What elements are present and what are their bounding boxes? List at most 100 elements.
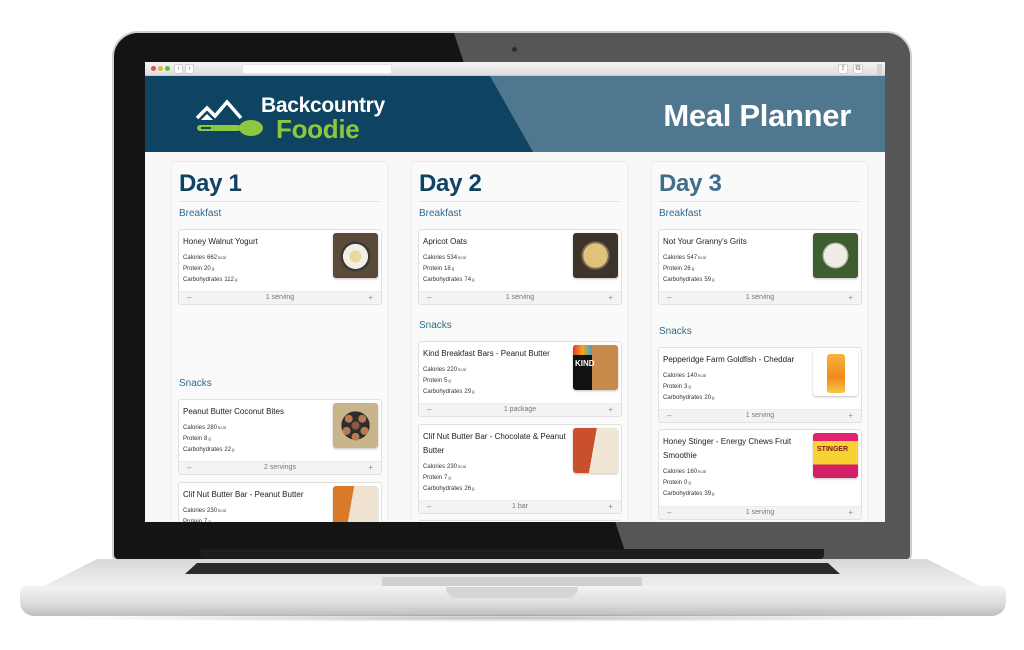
- calories-row: Calories 220kcal: [423, 367, 467, 373]
- tabs-button[interactable]: ⧉: [853, 64, 863, 74]
- food-name: Peanut Butter Coconut Bites: [183, 407, 284, 416]
- quantity-stepper: – 1 serving +: [419, 291, 621, 304]
- back-button[interactable]: ‹: [174, 64, 183, 74]
- lid-notch: [446, 587, 578, 598]
- day-column: Day 1 Breakfast Honey Walnut Yogurt Calo…: [171, 161, 388, 522]
- meal-label-breakfast: Breakfast: [179, 208, 222, 219]
- quantity-stepper: – 1 serving +: [659, 291, 861, 304]
- day-title: Day 1: [179, 170, 242, 197]
- keyboard: [185, 563, 840, 574]
- food-card[interactable]: Honey Walnut Yogurt Calories 662kcal Prot…: [178, 229, 382, 305]
- food-card[interactable]: Peanut Butter Coconut Bites Calories 280k…: [178, 399, 382, 475]
- protein-row: Protein 20g: [183, 266, 215, 272]
- close-window-icon[interactable]: [151, 66, 156, 71]
- increase-button[interactable]: +: [848, 292, 853, 304]
- browser-toolbar: ‹ › ⇧ ⧉: [145, 62, 885, 76]
- carbs-row: Carbohydrates 59g: [663, 277, 715, 283]
- page-title: Meal Planner: [663, 98, 851, 133]
- food-card[interactable]: Kind Breakfast Bars - Peanut Butter Calo…: [418, 341, 622, 417]
- increase-button[interactable]: +: [368, 292, 373, 304]
- food-image-oats: [573, 233, 618, 278]
- quantity-label: 1 package: [503, 406, 537, 413]
- food-card[interactable]: Apricot Oats Calories 534kcal Protein 18g …: [418, 229, 622, 305]
- protein-row: Protein 8g: [183, 436, 211, 442]
- increase-button[interactable]: +: [608, 501, 613, 513]
- calories-row: Calories 662kcal: [183, 255, 227, 261]
- meal-label-breakfast: Breakfast: [419, 208, 462, 219]
- quantity-stepper: – 1 serving +: [179, 291, 381, 304]
- maximize-window-icon[interactable]: [165, 66, 170, 71]
- address-bar[interactable]: [242, 64, 392, 74]
- meal-label-breakfast: Breakfast: [659, 208, 702, 219]
- divider: [419, 201, 620, 202]
- food-image-yogurt: [333, 233, 378, 278]
- share-button[interactable]: ⇧: [838, 64, 848, 74]
- stinger-brand-text: STINGER: [817, 446, 849, 453]
- calories-row: Calories 547kcal: [663, 255, 707, 261]
- meal-label-snacks: Snacks: [179, 378, 212, 389]
- food-image-pb-bites: [333, 403, 378, 448]
- carbs-row: Carbohydrates 29g: [423, 389, 475, 395]
- increase-button[interactable]: +: [608, 292, 613, 304]
- food-image-goldfish: [813, 351, 858, 396]
- brand-logo[interactable]: Backcountry Foodie: [193, 94, 393, 144]
- food-image-kind-bar: KIND: [573, 345, 618, 390]
- food-image-grits: [813, 233, 858, 278]
- laptop-hinge: [200, 549, 824, 559]
- food-name: Not Your Granny's Grits: [663, 237, 747, 246]
- quantity-label: 1 bar: [512, 503, 528, 510]
- food-name: Pepperidge Farm Goldfish - Cheddar: [663, 355, 795, 364]
- food-card-partial[interactable]: [418, 520, 622, 522]
- divider: [179, 201, 380, 202]
- meal-label-snacks: Snacks: [419, 320, 452, 331]
- increase-button[interactable]: +: [848, 507, 853, 519]
- calories-row: Calories 534kcal: [423, 255, 467, 261]
- food-card[interactable]: Pepperidge Farm Goldfish - Cheddar Calor…: [658, 347, 862, 423]
- quantity-label: 1 serving: [505, 294, 535, 301]
- food-image-honey-stinger: STINGER: [813, 433, 858, 478]
- food-name: Clif Nut Butter Bar - Chocolate & Peanut…: [423, 432, 566, 455]
- calories-row: Calories 280kcal: [183, 425, 227, 431]
- header-banner: Backcountry Foodie Meal Planner: [145, 76, 885, 152]
- goldfish-bag: [827, 354, 845, 393]
- food-card[interactable]: Not Your Granny's Grits Calories 547kcal …: [658, 229, 862, 305]
- food-name: Apricot Oats: [423, 237, 468, 246]
- carbs-row: Carbohydrates 20g: [663, 395, 715, 401]
- forward-button[interactable]: ›: [185, 64, 194, 74]
- quantity-stepper: – 1 bar +: [419, 500, 621, 513]
- food-card[interactable]: Clif Nut Butter Bar - Chocolate & Peanut…: [418, 424, 622, 514]
- kind-stripe: [573, 345, 592, 355]
- protein-row: Protein 26g: [663, 266, 695, 272]
- day-column: Day 3 Breakfast Not Your Granny's Grits …: [651, 161, 868, 522]
- calories-row: Calories 230kcal: [423, 464, 467, 470]
- food-image-clif-chocolate: [573, 428, 618, 473]
- day-title: Day 3: [659, 170, 722, 197]
- food-card[interactable]: Honey Stinger - Energy Chews Fruit Smoot…: [658, 429, 862, 520]
- increase-button[interactable]: +: [608, 404, 613, 416]
- mountain-spoon-icon: [195, 99, 263, 136]
- minimize-window-icon[interactable]: [158, 66, 163, 71]
- day-column: Day 2 Breakfast Apricot Oats Calories 534…: [411, 161, 628, 522]
- logo-text-foodie: Foodie: [276, 114, 360, 144]
- camera-icon: [512, 47, 517, 52]
- increase-button[interactable]: +: [848, 410, 853, 422]
- quantity-stepper: – 1 serving +: [659, 506, 861, 519]
- carbs-row: Carbohydrates 74g: [423, 277, 475, 283]
- carbs-row: Carbohydrates 112g: [183, 277, 238, 283]
- increase-button[interactable]: +: [368, 462, 373, 474]
- carbs-row: Carbohydrates 26g: [423, 486, 475, 492]
- quantity-label: 1 serving: [745, 509, 775, 516]
- sidebar-toggle[interactable]: [877, 64, 882, 75]
- food-name: Honey Stinger - Energy Chews Fruit Smoot…: [663, 437, 792, 460]
- food-card[interactable]: Clif Nut Butter Bar - Peanut Butter Calo…: [178, 482, 382, 522]
- protein-row: Protein 7g: [183, 519, 211, 522]
- quantity-label: 1 serving: [745, 412, 775, 419]
- bites-detail: [333, 403, 378, 448]
- quantity-stepper: – 1 package +: [419, 403, 621, 416]
- divider: [659, 201, 860, 202]
- meal-label-snacks: Snacks: [659, 326, 692, 337]
- quantity-label: 2 servings: [264, 464, 296, 471]
- carbs-row: Carbohydrates 39g: [663, 491, 715, 497]
- laptop-shadow: [50, 614, 974, 622]
- quantity-label: 1 serving: [265, 294, 295, 301]
